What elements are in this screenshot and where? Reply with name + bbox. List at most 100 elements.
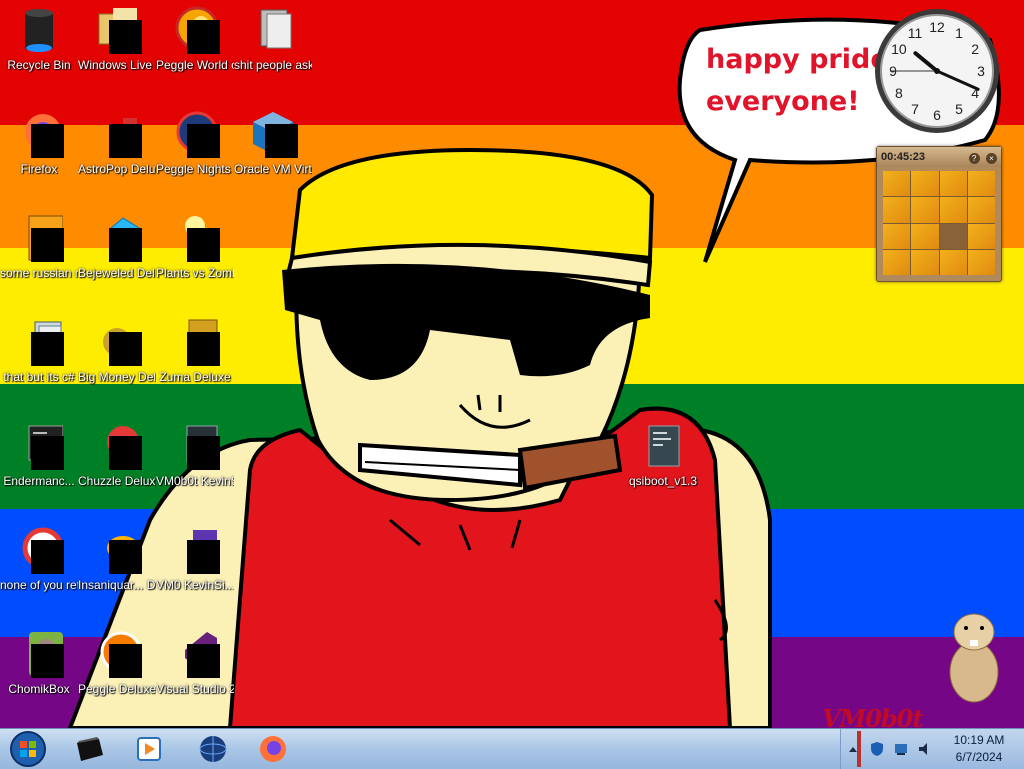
- desktop-icon-label: ChomikBox: [8, 682, 70, 696]
- clock-numeral: 7: [911, 101, 919, 117]
- shortcut-icon: [171, 526, 220, 574]
- shield-icon[interactable]: [869, 741, 885, 757]
- astropop-icon: [93, 110, 142, 158]
- volume-icon[interactable]: [917, 741, 933, 757]
- desktop-icon-astropop[interactable]: AstroPop Deluxe: [78, 110, 156, 177]
- file-icon: [15, 214, 64, 262]
- recycle-bin-icon: [15, 6, 63, 54]
- desktop-icon-label: Visual Studio 2015: [156, 682, 234, 696]
- bejeweled-icon: [93, 214, 142, 262]
- chomikbox-icon: [15, 630, 64, 678]
- windows-logo-icon: [10, 731, 46, 767]
- desktop-icon-recycle-bin[interactable]: Recycle Bin: [0, 6, 78, 73]
- fish-icon: [93, 526, 142, 574]
- taskbar-item-firefox[interactable]: [244, 729, 302, 769]
- desktop-icon-label: Firefox: [20, 162, 58, 176]
- file-icon: [15, 318, 64, 366]
- desktop-icon-visual-studio[interactable]: Visual Studio 2015: [156, 630, 234, 697]
- desktop-icon-csharp-file[interactable]: that but its c#: [0, 318, 78, 385]
- desktop-icon-peggle-wow[interactable]: Peggle World of Warcraft ...: [156, 6, 234, 73]
- picture-puzzle-gadget[interactable]: 00:45:23 ? ×: [876, 146, 1002, 282]
- desktop-icon-peggle-nights[interactable]: Peggle Nights Deluxe: [156, 110, 234, 177]
- taskbar-date: 6/7/2024: [955, 750, 1003, 764]
- puzzle-tile[interactable]: [967, 197, 995, 223]
- peggle-nights-icon: [171, 110, 220, 158]
- desktop-icon-text-file[interactable]: shit people asked me ...: [234, 6, 312, 73]
- taskbar: 10:19 AM 6/7/2024: [0, 728, 1024, 769]
- puzzle-tile[interactable]: [911, 249, 939, 275]
- desktop-icon-label: VM0b0t KevinSite: [156, 474, 234, 488]
- speech-bubble-text-line2: everyone!: [706, 86, 860, 117]
- desktop-icon-label: Endermanc...: [3, 474, 75, 488]
- puzzle-tile[interactable]: [967, 249, 995, 275]
- desktop-icon-label: none of you retards kno...: [0, 578, 78, 592]
- puzzle-title-bar: 00:45:23 ? ×: [877, 147, 1001, 167]
- help-icon[interactable]: ?: [968, 153, 980, 164]
- desktop-icon-label: Chuzzle Deluxe: [78, 474, 156, 488]
- desktop-icon-label: Oracle VM VirtualBox: [234, 162, 312, 176]
- puzzle-tile[interactable]: [939, 249, 967, 275]
- chuzzle-icon: [93, 422, 142, 470]
- firefox-icon: [260, 736, 286, 762]
- desktop-icon-peggle-deluxe[interactable]: Peggle Deluxe: [78, 630, 156, 697]
- desktop-icon-label: that but its c#: [3, 370, 75, 384]
- puzzle-tile[interactable]: [883, 197, 911, 223]
- zuma-icon: [171, 318, 220, 366]
- system-tray: 10:19 AM 6/7/2024: [840, 729, 1024, 769]
- desktop-icon-label: some russian ran a rat: [0, 266, 78, 280]
- taskbar-item-media-player[interactable]: [120, 729, 178, 769]
- puzzle-tile[interactable]: [939, 197, 967, 223]
- desktop-icon-vm0b0t-kevinsite[interactable]: VM0b0t KevinSite: [156, 422, 234, 489]
- virtualbox-icon: [249, 110, 298, 158]
- mail-icon: [93, 6, 142, 54]
- desktop-icon-bejeweled[interactable]: Bejeweled Deluxe: [78, 214, 156, 281]
- taskbar-item-app[interactable]: [60, 729, 118, 769]
- desktop-icon-windows-live-mail[interactable]: Windows Live Mail: [78, 6, 156, 73]
- desktop-icon-chuzzle[interactable]: Chuzzle Deluxe: [78, 422, 156, 489]
- desktop-icon-firefox[interactable]: Firefox: [0, 110, 78, 177]
- desktop-icon-vm0-kevinsite[interactable]: VM0 KevinSi...: [156, 526, 234, 593]
- puzzle-tile[interactable]: [939, 171, 967, 197]
- desktop-icon-label: Plants vs Zombies: [156, 266, 234, 280]
- puzzle-tile[interactable]: [967, 171, 995, 197]
- taskbar-item-globe[interactable]: [184, 729, 242, 769]
- desktop-icon-label: Bejeweled Deluxe: [78, 266, 156, 280]
- start-button[interactable]: [4, 729, 52, 769]
- puzzle-grid: [883, 171, 995, 275]
- desktop-icon-label: Peggle Nights Deluxe: [156, 162, 234, 176]
- desktop-icon-label: Big Money Deluxe: [78, 370, 156, 384]
- desktop-icon-qsiboot[interactable]: qsiboot_v1.3: [624, 422, 702, 489]
- desktop-icon-insaniquarium[interactable]: Insaniquar... Deluxe: [78, 526, 156, 593]
- puzzle-tile[interactable]: [911, 171, 939, 197]
- desktop-icon-label: qsiboot_v1.3: [628, 474, 698, 488]
- puzzle-tile[interactable]: [883, 249, 911, 275]
- desktop-icon-plants-vs-zombies[interactable]: Plants vs Zombies: [156, 214, 234, 281]
- desktop-icon-zuma[interactable]: Zuma Deluxe: [156, 318, 234, 385]
- desktop-icon-label: Peggle World of Warcraft ...: [156, 58, 234, 72]
- clock-gadget[interactable]: 1234567891011 12: [872, 6, 1002, 136]
- peggle-icon: [93, 630, 142, 678]
- vm0b0t-watermark: VM0b0t: [822, 704, 923, 728]
- desktop-icon-label: Insaniquar... Deluxe: [78, 578, 156, 592]
- taskbar-clock[interactable]: 10:19 AM 6/7/2024: [941, 732, 1017, 766]
- puzzle-tile[interactable]: [883, 223, 911, 249]
- network-icon[interactable]: [893, 741, 909, 757]
- desktop-icon-big-money[interactable]: Big Money Deluxe: [78, 318, 156, 385]
- desktop-icon-virtualbox[interactable]: Oracle VM VirtualBox: [234, 110, 312, 177]
- visual-studio-icon: [171, 630, 220, 678]
- puzzle-tile[interactable]: [883, 171, 911, 197]
- puzzle-timer: 00:45:23: [881, 151, 926, 163]
- desktop-icon-endermanch[interactable]: Endermanc...: [0, 422, 78, 489]
- puzzle-tile[interactable]: [911, 223, 939, 249]
- console-icon: [15, 422, 64, 470]
- puzzle-tile[interactable]: [967, 223, 995, 249]
- puzzle-tile[interactable]: [911, 197, 939, 223]
- desktop-icon-chomikbox[interactable]: ChomikBox: [0, 630, 78, 697]
- desktop[interactable]: happy pride m everyone! Recycle Bin Wind…: [0, 0, 1024, 728]
- desktop-icon-russian-rat[interactable]: some russian ran a rat: [0, 214, 78, 281]
- close-icon[interactable]: ×: [986, 153, 997, 164]
- document-icon: [249, 6, 297, 54]
- plants-vs-zombies-icon: [171, 214, 220, 262]
- desktop-icon-label: Zuma Deluxe: [159, 370, 231, 384]
- desktop-icon-none-of-you[interactable]: none of you retards kno...: [0, 526, 78, 593]
